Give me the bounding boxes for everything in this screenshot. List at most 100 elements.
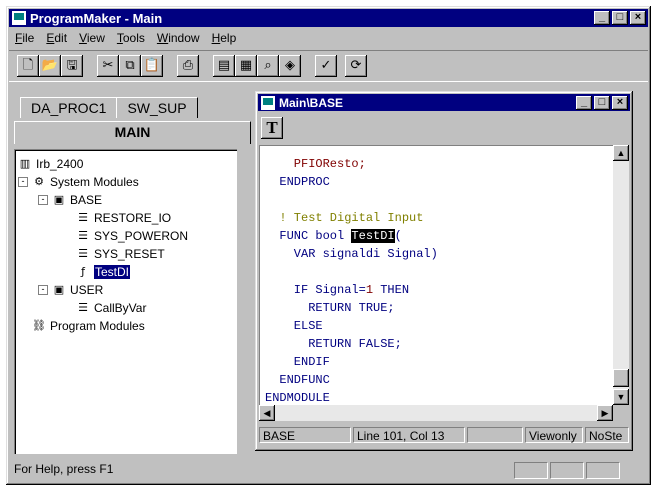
tree-node-testdi[interactable]: ƒ TestDI <box>76 265 131 279</box>
check-icon[interactable]: ✓ <box>315 55 337 77</box>
code-comment: ! Test Digital Input <box>265 211 424 225</box>
document-icon[interactable]: ▤ <box>213 55 235 77</box>
code-line: VAR signaldi Signal) <box>265 247 438 261</box>
code-line: IF Signal=1 THEN <box>265 281 438 299</box>
status-pane <box>550 462 584 479</box>
editor-close-button[interactable]: × <box>612 96 628 110</box>
module-status: BASE <box>259 427 351 443</box>
status-text: For Help, press F1 <box>14 462 114 476</box>
code-token: ( <box>394 229 402 243</box>
collapse-icon[interactable]: - <box>38 285 48 295</box>
code-line: RETURN TRUE; <box>265 301 395 315</box>
menu-view[interactable]: View <box>73 31 111 45</box>
module-icon[interactable]: ◈ <box>279 55 301 77</box>
tab-sw-sup[interactable]: SW_SUP <box>116 97 198 118</box>
app-title: ProgramMaker - Main <box>30 10 163 26</box>
tree-node-sys-poweron[interactable]: ☰ SYS_POWERON <box>76 229 188 243</box>
code-line: RETURN FALSE; <box>265 337 402 351</box>
code-line: FUNC bool TestDI( <box>265 227 438 245</box>
tab-main[interactable]: MAIN <box>14 121 251 144</box>
app-icon <box>12 11 26 25</box>
menu-tools[interactable]: Tools <box>111 31 151 45</box>
copy-icon[interactable]: ⧉ <box>119 55 141 77</box>
gears-icon: ⚙ <box>34 175 44 188</box>
editor-statusbar: BASE Line 101, Col 13 Viewonly NoSte <box>259 425 629 445</box>
vertical-scrollbar[interactable]: ▲ ▼ <box>613 145 629 405</box>
editor-maximize-button[interactable]: □ <box>594 96 610 110</box>
tree-node-user[interactable]: - ▣ USER <box>38 283 103 297</box>
find-icon[interactable]: ⌕ <box>257 55 279 77</box>
menubar: File Edit View Tools Window Help <box>9 29 648 47</box>
tree-node-restore-io[interactable]: ☰ RESTORE_IO <box>76 211 171 225</box>
tree-node-robot[interactable]: ▥ Irb_2400 <box>18 157 84 171</box>
new-icon[interactable]: 🗋 <box>17 55 39 77</box>
view-mode: Viewonly <box>525 427 583 443</box>
scroll-right-icon[interactable]: ▶ <box>597 405 613 421</box>
tab-da-proc1[interactable]: DA_PROC1 <box>20 97 118 118</box>
chain-icon: ⛓ <box>32 319 46 332</box>
scroll-left-icon[interactable]: ◀ <box>259 405 275 421</box>
routine-icon: ☰ <box>78 247 88 260</box>
print-icon[interactable]: ⎙ <box>177 55 199 77</box>
editor-title: Main\BASE <box>279 95 344 110</box>
status-blank <box>467 427 523 443</box>
document-icon <box>261 95 275 110</box>
editor-window: Main\BASE _ □ × T PFIOResto; ENDPROC ! T… <box>255 91 633 451</box>
module-icon: ▣ <box>53 283 65 296</box>
tree-node-base[interactable]: - ▣ BASE <box>38 193 102 207</box>
app-titlebar: ProgramMaker - Main _ □ × <box>9 9 648 27</box>
code-line: ENDPROC <box>265 175 330 189</box>
toolbar: 🗋 📂 🖫 ✂ ⧉ 📋 ⎙ ▤ ▦ ⌕ ◈ ✓ ⟳ <box>9 50 648 82</box>
table-icon[interactable]: ▦ <box>235 55 257 77</box>
text-mode-button[interactable]: T <box>261 117 283 139</box>
collapse-icon[interactable]: - <box>38 195 48 205</box>
module-icon: ▣ <box>53 193 65 206</box>
collapse-icon[interactable]: - <box>18 177 28 187</box>
scroll-thumb[interactable] <box>613 369 629 387</box>
routine-icon: ☰ <box>78 301 88 314</box>
tree-node-sys-reset[interactable]: ☰ SYS_RESET <box>76 247 165 261</box>
code-line: ENDMODULE <box>265 391 330 405</box>
step-mode: NoSte <box>585 427 629 443</box>
function-icon: ƒ <box>81 265 85 278</box>
cursor-position: Line 101, Col 13 <box>353 427 465 443</box>
scroll-down-icon[interactable]: ▼ <box>613 389 629 405</box>
routine-icon: ☰ <box>78 211 88 224</box>
routine-icon: ☰ <box>78 229 88 242</box>
scroll-up-icon[interactable]: ▲ <box>613 145 629 161</box>
code-token: IF Signal= <box>265 283 366 297</box>
paste-icon[interactable]: 📋 <box>141 55 163 77</box>
editor-titlebar: Main\BASE _ □ × <box>258 94 630 111</box>
menu-window[interactable]: Window <box>151 31 206 45</box>
tree-node-program-modules[interactable]: ⛓ Program Modules <box>32 319 145 333</box>
code-line: ELSE <box>265 319 323 333</box>
menu-edit[interactable]: Edit <box>40 31 73 45</box>
code-editor[interactable]: PFIOResto; ENDPROC ! Test Digital Input … <box>259 145 613 405</box>
maximize-button[interactable]: □ <box>612 11 628 25</box>
editor-minimize-button[interactable]: _ <box>576 96 592 110</box>
project-tree: ▥ Irb_2400 - ⚙ System Modules - ▣ BASE ☰… <box>14 149 237 454</box>
save-icon[interactable]: 🖫 <box>61 55 83 77</box>
status-pane <box>514 462 548 479</box>
tree-node-system-modules[interactable]: - ⚙ System Modules <box>18 175 139 189</box>
refresh-icon[interactable]: ⟳ <box>345 55 367 77</box>
tree-node-callbyvar[interactable]: ☰ CallByVar <box>76 301 146 315</box>
cut-icon[interactable]: ✂ <box>97 55 119 77</box>
code-line: ENDFUNC <box>265 373 330 387</box>
code-line: ENDIF <box>265 355 330 369</box>
close-button[interactable]: × <box>630 11 646 25</box>
code-line: PFIOResto; <box>265 157 366 171</box>
robot-icon: ▥ <box>19 157 31 170</box>
code-number: 1 <box>365 283 374 297</box>
horizontal-scrollbar[interactable]: ◀ ▶ <box>259 405 613 421</box>
menu-file[interactable]: File <box>9 31 40 45</box>
minimize-button[interactable]: _ <box>594 11 610 25</box>
project-panel: DA_PROC1 SW_SUP MAIN ▥ Irb_2400 - ⚙ Syst… <box>10 94 251 454</box>
statusbar: For Help, press F1 <box>10 459 647 479</box>
code-token: FUNC bool <box>265 229 352 243</box>
menu-help[interactable]: Help <box>206 31 243 45</box>
code-selection: TestDI <box>351 229 395 243</box>
open-icon[interactable]: 📂 <box>39 55 61 77</box>
